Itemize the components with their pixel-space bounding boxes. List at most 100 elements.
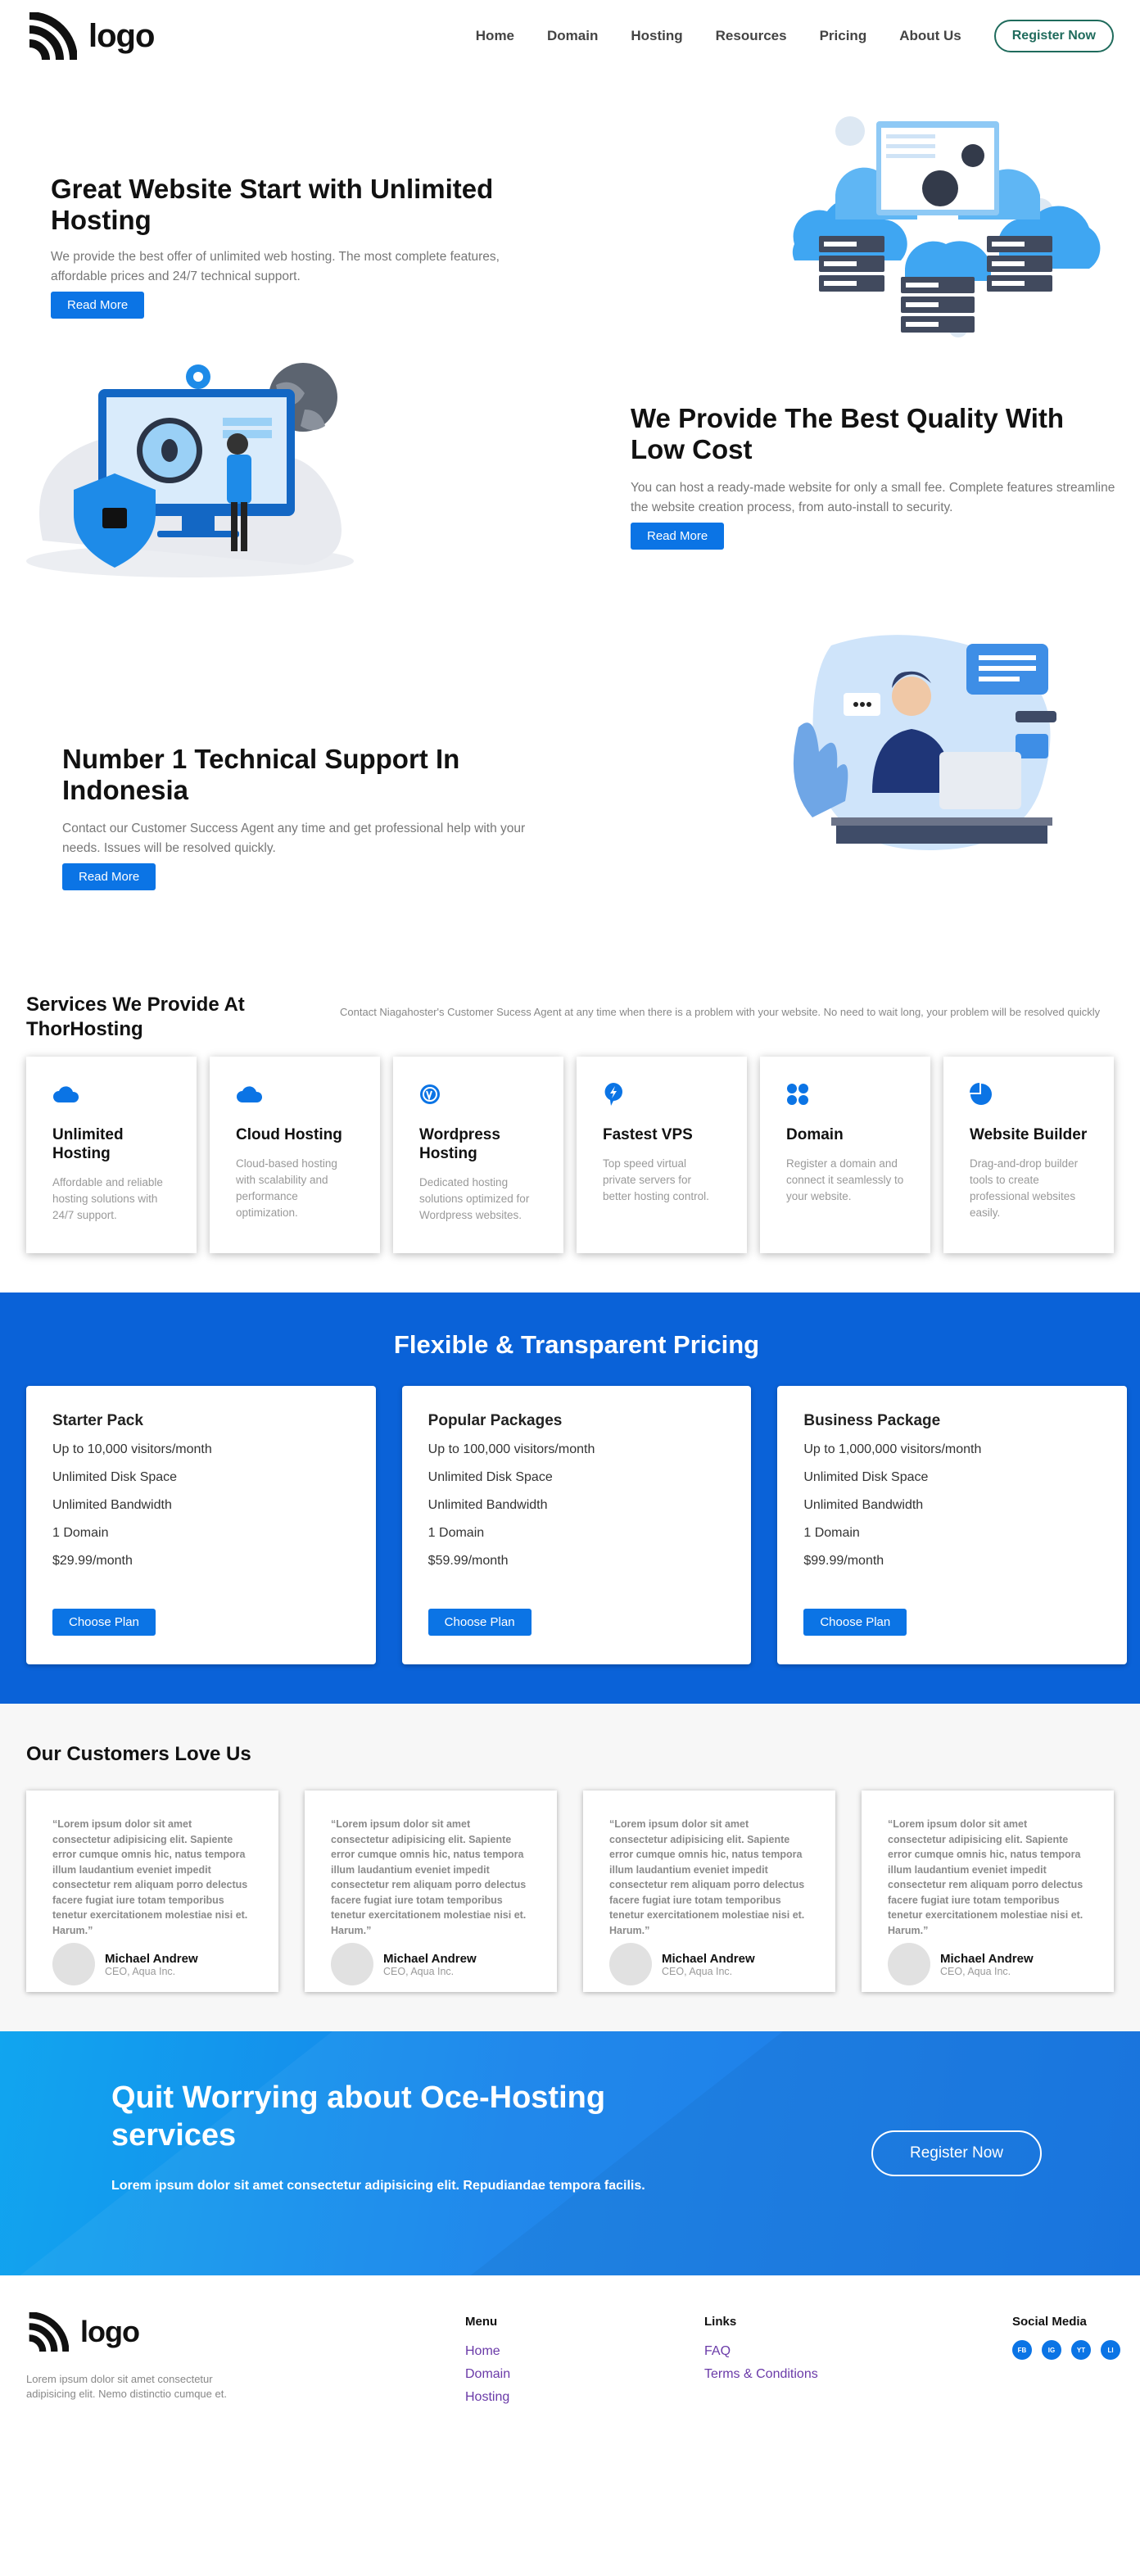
testimonial-card: “Lorem ipsum dolor sit amet consectetur … — [26, 1791, 278, 1992]
testimonial-card: “Lorem ipsum dolor sit amet consectetur … — [583, 1791, 835, 1992]
cta-title: Quit Worrying about Oce-Hosting services — [111, 2080, 606, 2153]
plan-feature: Unlimited Bandwidth — [803, 1498, 924, 1512]
hero-description: We provide the best offer of unlimited w… — [51, 250, 500, 283]
service-card-cloud-hosting[interactable]: Cloud Hosting Cloud-based hosting with s… — [210, 1057, 380, 1253]
avatar — [888, 1943, 930, 1985]
support-agent-illustration — [793, 635, 1056, 850]
author-role: CEO, Aqua Inc. — [105, 1965, 176, 1977]
grid-icon — [787, 1084, 808, 1105]
nav-link-resources[interactable]: Resources — [716, 28, 787, 44]
pricing-plans: Starter Pack Up to 10,000 visitors/month… — [26, 1386, 1128, 1664]
testimonial-quote: “Lorem ipsum dolor sit amet consectetur … — [888, 1818, 1083, 1936]
pricing-title: Flexible & Transparent Pricing — [393, 1330, 760, 1359]
author-role: CEO, Aqua Inc. — [662, 1965, 733, 1977]
services-section: Services We Provide At ThorHosting Conta… — [0, 993, 1140, 1253]
support-title: Number 1 Technical Support In Indonesia — [62, 744, 460, 805]
wordpress-icon — [420, 1084, 440, 1104]
service-title: Cloud Hosting — [236, 1126, 342, 1143]
service-card-website-builder[interactable]: Website Builder Drag-and-drop builder to… — [943, 1057, 1114, 1253]
service-title: Unlimited Hosting — [52, 1126, 124, 1162]
nav-link-hosting[interactable]: Hosting — [631, 28, 682, 44]
plan-card-business: Business Package Up to 1,000,000 visitor… — [777, 1386, 1128, 1664]
footer-link-terms[interactable]: Terms & Conditions — [704, 2363, 818, 2386]
cta-banner: Quit Worrying about Oce-Hosting services… — [0, 2031, 1140, 2275]
author-name: Michael Andrew — [940, 1951, 1034, 1966]
plan-price: $99.99/month — [803, 1554, 884, 1568]
service-description: Top speed virtual private servers for be… — [603, 1157, 709, 1202]
logo-text: logo — [88, 17, 155, 54]
bolt-icon — [604, 1083, 622, 1106]
cloud-servers-illustration — [792, 116, 1101, 337]
services-description: Contact Niagahoster's Customer Sucess Ag… — [340, 1006, 1101, 1018]
services-title: Services We Provide At ThorHosting — [26, 994, 245, 1040]
nav-link-home[interactable]: Home — [476, 28, 514, 44]
avatar — [331, 1943, 373, 1985]
linkedin-icon[interactable]: LI — [1101, 2340, 1120, 2360]
nav-link-about-us[interactable]: About Us — [899, 28, 961, 44]
cta-description: Lorem ipsum dolor sit amet consectetur a… — [111, 2179, 645, 2193]
choose-plan-button[interactable]: Choose Plan — [52, 1609, 156, 1636]
plan-feature: Unlimited Bandwidth — [428, 1498, 548, 1512]
logo-icon — [29, 12, 77, 60]
service-cards: Unlimited Hosting Affordable and reliabl… — [26, 1057, 1114, 1253]
register-button[interactable]: Register Now — [993, 20, 1114, 52]
footer-link-home[interactable]: Home — [465, 2340, 510, 2363]
feature-quality: We Provide The Best Quality With Low Cos… — [0, 352, 1140, 629]
choose-plan-button[interactable]: Choose Plan — [803, 1609, 907, 1636]
plan-price: $29.99/month — [52, 1554, 133, 1568]
author-name: Michael Andrew — [383, 1951, 477, 1966]
service-card-wordpress-hosting[interactable]: Wordpress Hosting Dedicated hosting solu… — [393, 1057, 563, 1253]
footer-logo[interactable]: logo — [26, 2312, 140, 2352]
logo[interactable]: logo — [26, 12, 155, 60]
support-read-more-button[interactable]: Read More — [62, 863, 156, 890]
footer-links: Links FAQ Terms & Conditions — [704, 2315, 818, 2386]
cta-register-button[interactable]: Register Now — [871, 2130, 1042, 2176]
quality-read-more-button[interactable]: Read More — [631, 523, 725, 550]
facebook-icon[interactable]: FB — [1012, 2340, 1032, 2360]
quality-description: You can host a ready-made website for on… — [631, 481, 1115, 514]
pricing-section: Flexible & Transparent Pricing Starter P… — [0, 1293, 1140, 1704]
plan-feature: Up to 10,000 visitors/month — [52, 1442, 212, 1456]
hero-title: Great Website Start with Unlimited Hosti… — [51, 174, 494, 235]
author-name: Michael Andrew — [105, 1951, 198, 1966]
support-description: Contact our Customer Success Agent any t… — [62, 822, 526, 855]
footer-description: Lorem ipsum dolor sit amet consectetur a… — [26, 2373, 227, 2400]
footer-menu: Menu Home Domain Hosting — [465, 2315, 510, 2409]
service-title: Website Builder — [970, 1126, 1088, 1143]
testimonials-title: Our Customers Love Us — [26, 1743, 251, 1765]
service-card-domain[interactable]: Domain Register a domain and connect it … — [760, 1057, 930, 1253]
service-card-unlimited-hosting[interactable]: Unlimited Hosting Affordable and reliabl… — [26, 1057, 197, 1253]
service-description: Dedicated hosting solutions optimized fo… — [419, 1176, 530, 1221]
nav-link-domain[interactable]: Domain — [547, 28, 598, 44]
pie-icon — [970, 1083, 992, 1105]
plan-feature: Up to 100,000 visitors/month — [428, 1442, 595, 1456]
footer-link-faq[interactable]: FAQ — [704, 2340, 818, 2363]
plan-price: $59.99/month — [428, 1554, 509, 1568]
testimonial-card: “Lorem ipsum dolor sit amet consectetur … — [305, 1791, 557, 1992]
instagram-icon[interactable]: IG — [1042, 2340, 1061, 2360]
testimonial-quote: “Lorem ipsum dolor sit amet consectetur … — [609, 1818, 805, 1936]
testimonial-card: “Lorem ipsum dolor sit amet consectetur … — [862, 1791, 1114, 1992]
plan-name: Starter Pack — [52, 1412, 143, 1429]
security-illustration — [26, 363, 354, 577]
footer-links-title: Links — [704, 2315, 737, 2329]
testimonial-cards: “Lorem ipsum dolor sit amet consectetur … — [26, 1791, 1114, 1992]
plan-feature: 1 Domain — [428, 1526, 485, 1540]
nav-link-pricing[interactable]: Pricing — [820, 28, 867, 44]
hero-read-more-button[interactable]: Read More — [51, 292, 145, 319]
footer: logo Lorem ipsum dolor sit amet consecte… — [0, 2275, 1140, 2421]
choose-plan-button[interactable]: Choose Plan — [428, 1609, 532, 1636]
avatar — [609, 1943, 652, 1985]
footer-menu-title: Menu — [465, 2315, 498, 2329]
testimonial-quote: “Lorem ipsum dolor sit amet consectetur … — [52, 1818, 248, 1936]
service-description: Affordable and reliable hosting solution… — [52, 1176, 163, 1221]
footer-link-hosting[interactable]: Hosting — [465, 2386, 510, 2409]
plan-card-starter: Starter Pack Up to 10,000 visitors/month… — [26, 1386, 376, 1664]
footer-social: Social Media FB IG YT LI — [1012, 2315, 1120, 2360]
service-title: Fastest VPS — [603, 1126, 693, 1143]
plan-feature: Up to 1,000,000 visitors/month — [803, 1442, 982, 1456]
youtube-icon[interactable]: YT — [1071, 2340, 1091, 2360]
service-card-fastest-vps[interactable]: Fastest VPS Top speed virtual private se… — [577, 1057, 747, 1253]
footer-social-title: Social Media — [1012, 2315, 1087, 2329]
footer-link-domain[interactable]: Domain — [465, 2363, 510, 2386]
